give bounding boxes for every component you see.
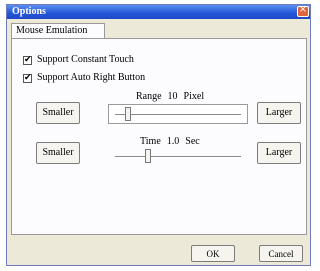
support-auto-right-button-label: Support Auto Right Button xyxy=(37,72,146,83)
options-dialog: Options × Mouse Emulation ✔ Support Cons… xyxy=(6,4,311,266)
range-slider-thumb[interactable] xyxy=(125,107,131,121)
range-unit: Pixel xyxy=(183,91,205,102)
time-slider-thumb[interactable] xyxy=(145,149,151,163)
window-title: Options xyxy=(12,6,46,17)
tab-label: Mouse Emulation xyxy=(16,25,88,36)
tab-panel: ✔ Support Constant Touch ✔ Support Auto … xyxy=(11,38,307,235)
cancel-button[interactable]: Cancel xyxy=(259,245,303,262)
check-icon: ✔ xyxy=(24,55,32,65)
time-larger-button[interactable]: Larger xyxy=(257,142,301,164)
range-slider[interactable] xyxy=(108,104,248,124)
close-button[interactable]: × xyxy=(297,4,309,17)
check-icon: ✔ xyxy=(24,73,32,83)
title-bar[interactable]: Options × xyxy=(7,4,310,19)
time-slider[interactable] xyxy=(108,146,248,166)
time-smaller-button[interactable]: Smaller xyxy=(36,142,80,164)
range-larger-button[interactable]: Larger xyxy=(257,102,301,124)
range-slider-track xyxy=(115,114,241,116)
range-caption: Range 10 Pixel xyxy=(136,91,210,102)
range-caption-name: Range xyxy=(136,91,162,102)
close-icon: × xyxy=(298,4,308,15)
range-value: 10 xyxy=(167,91,178,102)
ok-button[interactable]: OK xyxy=(191,245,235,262)
time-slider-track xyxy=(115,156,241,158)
range-smaller-button[interactable]: Smaller xyxy=(36,102,80,124)
tab-mouse-emulation[interactable]: Mouse Emulation xyxy=(11,23,105,39)
support-constant-touch-label: Support Constant Touch xyxy=(37,54,134,65)
support-constant-touch-checkbox[interactable]: ✔ xyxy=(23,55,32,65)
support-auto-right-button-checkbox[interactable]: ✔ xyxy=(23,73,32,83)
